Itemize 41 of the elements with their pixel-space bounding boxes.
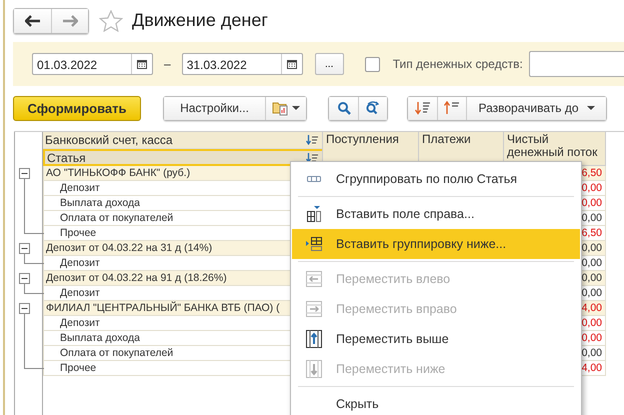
- sort-icon[interactable]: [306, 135, 318, 145]
- column-header[interactable]: Банковский счет, касса: [43, 132, 322, 149]
- window-title: Движение денег: [132, 10, 268, 31]
- end-date-field[interactable]: 31.03.2022: [182, 53, 303, 75]
- calendar-icon[interactable]: [137, 59, 147, 69]
- left-arrow-icon: [24, 14, 40, 26]
- back-button[interactable]: [14, 8, 51, 32]
- calendar-icon[interactable]: [286, 59, 297, 69]
- collapse-icon[interactable]: [19, 303, 30, 314]
- insert-row-icon: [306, 237, 322, 251]
- variants-button[interactable]: [265, 96, 306, 120]
- generate-button[interactable]: Сформировать: [13, 96, 141, 120]
- sort-icon[interactable]: [306, 152, 318, 162]
- date-separator: –: [164, 57, 171, 71]
- collapse-icon[interactable]: [19, 243, 30, 254]
- collapse-icon[interactable]: [19, 273, 30, 284]
- sort-up-icon: [444, 101, 460, 115]
- checkbox[interactable]: [364, 56, 380, 72]
- start-date-field[interactable]: 01.03.2022: [32, 53, 153, 75]
- folder-chart-icon: [272, 100, 288, 116]
- cash-type-field[interactable]: [528, 51, 624, 77]
- group-icon: [307, 176, 321, 182]
- search-next-icon: [365, 101, 381, 115]
- star-icon[interactable]: [99, 10, 123, 32]
- right-arrow-icon: [62, 14, 78, 26]
- settings-button[interactable]: Настройки...: [164, 96, 265, 120]
- menu-item[interactable]: Вставить группировку ниже...: [292, 229, 580, 259]
- expand-to-dropdown[interactable]: Разворачивать до: [466, 96, 606, 120]
- search-button[interactable]: [329, 96, 358, 120]
- sort-descending-button[interactable]: [408, 96, 437, 120]
- search-icon: [336, 101, 350, 115]
- menu-item[interactable]: Скрыть: [292, 389, 580, 415]
- insert-column-icon: [307, 206, 321, 222]
- caret-icon: [292, 106, 300, 110]
- period-button[interactable]: ...: [314, 53, 344, 75]
- sort-down-icon: [414, 101, 430, 115]
- caret-icon: [586, 106, 594, 110]
- search-next-button[interactable]: [358, 96, 387, 120]
- cash-type-label: Тип денежных средств:: [392, 57, 523, 71]
- column-header[interactable]: Статья: [43, 149, 322, 166]
- collapse-icon[interactable]: [19, 168, 30, 179]
